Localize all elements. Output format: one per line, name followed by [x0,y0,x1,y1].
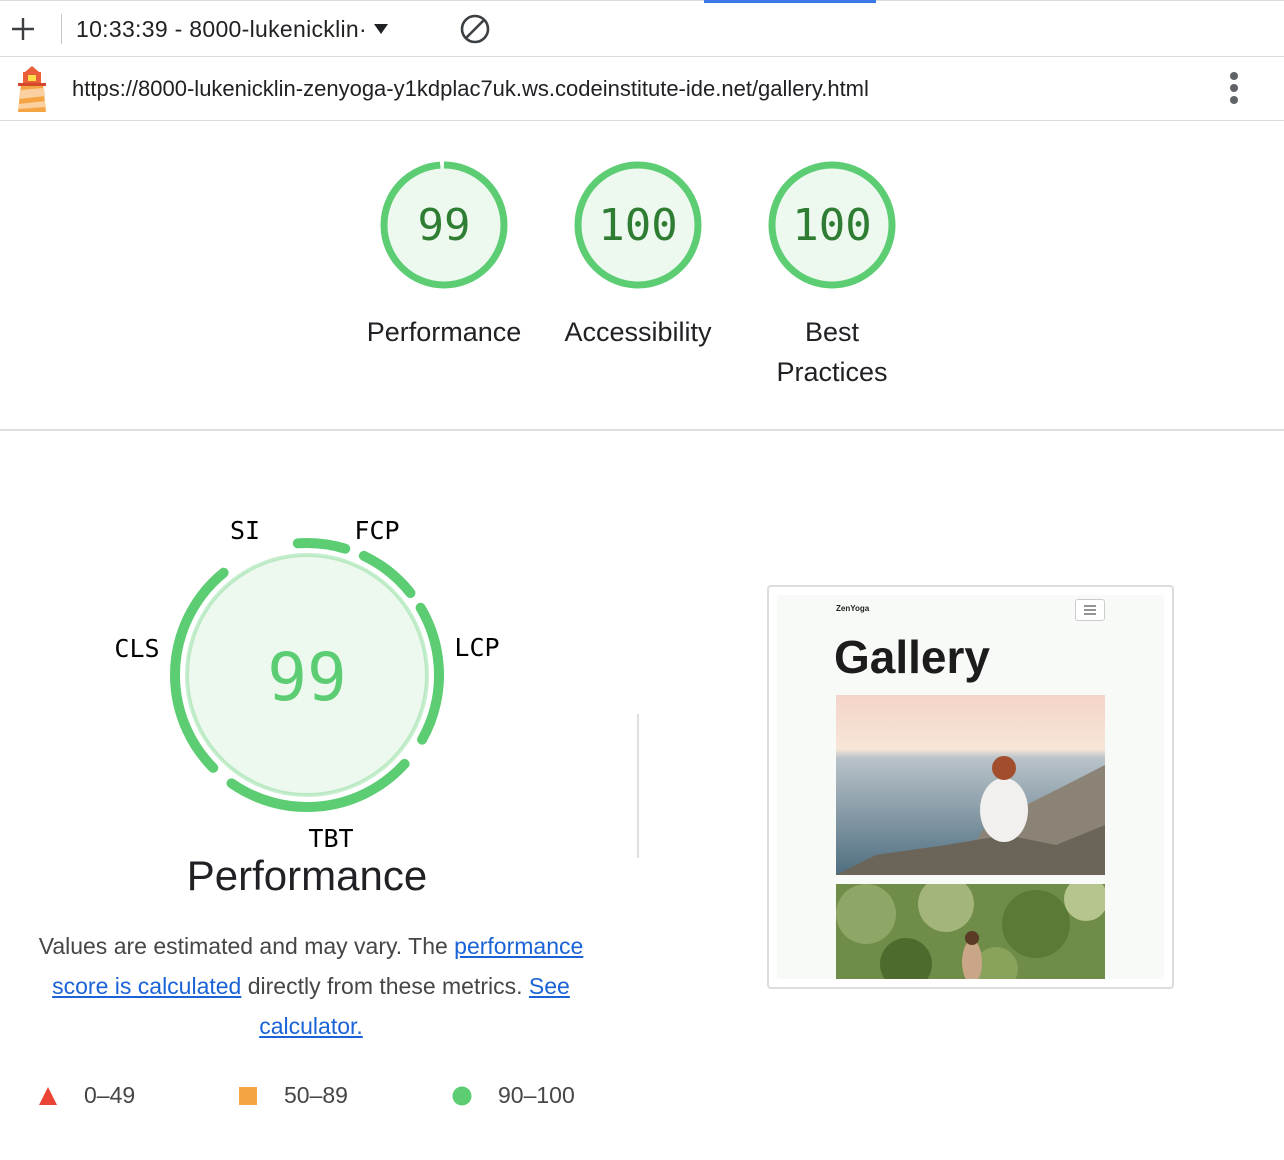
thumbnail-photo-forest [836,884,1105,979]
gauge-best-practices-score: 100 [792,200,871,251]
legend-average-range: 50–89 [284,1082,348,1108]
thumbnail-nav-toggle [1075,599,1105,621]
gauge-performance[interactable]: 99 Performance [344,160,544,352]
gauge-accessibility[interactable]: 100 Accessibility [538,160,738,352]
gauge-best-practices-label: Best Practices [732,312,932,392]
gauge-best-practices-label-line2: Practices [776,357,888,387]
description-text-1: Values are estimated and may vary. The [38,933,455,959]
gauge-best-practices-ring: 100 [768,161,896,289]
toolbar-separator [61,14,62,44]
performance-description: Values are estimated and may vary. The p… [16,926,606,1046]
performance-big-score: 99 [267,639,346,716]
gauge-best-practices[interactable]: 100 Best Practices [732,160,932,392]
vertical-divider [637,714,639,858]
triangle-icon [39,1086,57,1105]
performance-title: Performance [186,852,428,899]
legend-pass: 90–100 [452,1082,575,1109]
section-divider [0,429,1284,431]
gauge-performance-label: Performance [366,317,522,347]
metric-label-lcp: LCP [454,633,499,662]
final-screenshot-thumbnail[interactable]: ZenYoga Gallery [767,585,1174,989]
active-tab-indicator [704,0,876,3]
top-border [0,0,1284,1]
plus-icon [12,18,34,40]
metric-label-cls: CLS [114,634,159,663]
gauge-performance-score: 99 [418,200,471,251]
metric-label-si: SI [230,516,260,545]
thumbnail-heading: Gallery [834,631,990,683]
performance-metrics-gauge: 99 SI FCP LCP CLS TBT [114,516,499,853]
legend-average: 50–89 [238,1082,348,1109]
clear-reports-button[interactable] [458,12,492,46]
lighthouse-logo-icon [18,66,46,112]
legend-fail: 0–49 [38,1082,135,1109]
kebab-menu-icon [1230,72,1238,104]
metric-label-fcp: FCP [354,516,399,545]
gauge-accessibility-ring: 100 [574,161,702,289]
thumbnail-brand: ZenYoga [836,604,870,613]
description-text-2: directly from these metrics. [241,973,529,999]
thumbnail-photo-sea [836,695,1105,875]
gauge-performance-ring: 99 [380,161,508,289]
gauge-accessibility-score: 100 [598,200,677,251]
hamburger-menu-icon [1084,605,1096,615]
more-options-button[interactable] [1216,68,1252,108]
thumbnail-page: ZenYoga Gallery [777,595,1164,979]
legend-fail-range: 0–49 [84,1082,136,1108]
block-icon [460,14,490,44]
report-selector-label: 10:33:39 - 8000-lukenicklin· [76,15,367,42]
circle-icon [452,1086,472,1105]
gauge-best-practices-label-line1: Best [804,317,860,347]
metric-label-tbt: TBT [308,824,353,853]
dropdown-arrow-icon [373,24,388,34]
report-selector[interactable]: 10:33:39 - 8000-lukenicklin· [76,12,389,46]
report-url: https://8000-lukenicklin-zenyoga-y1kdpla… [72,76,869,101]
new-report-button[interactable] [6,12,40,46]
legend-pass-range: 90–100 [498,1082,575,1108]
square-icon [239,1086,257,1105]
gauge-accessibility-label: Accessibility [564,317,712,347]
